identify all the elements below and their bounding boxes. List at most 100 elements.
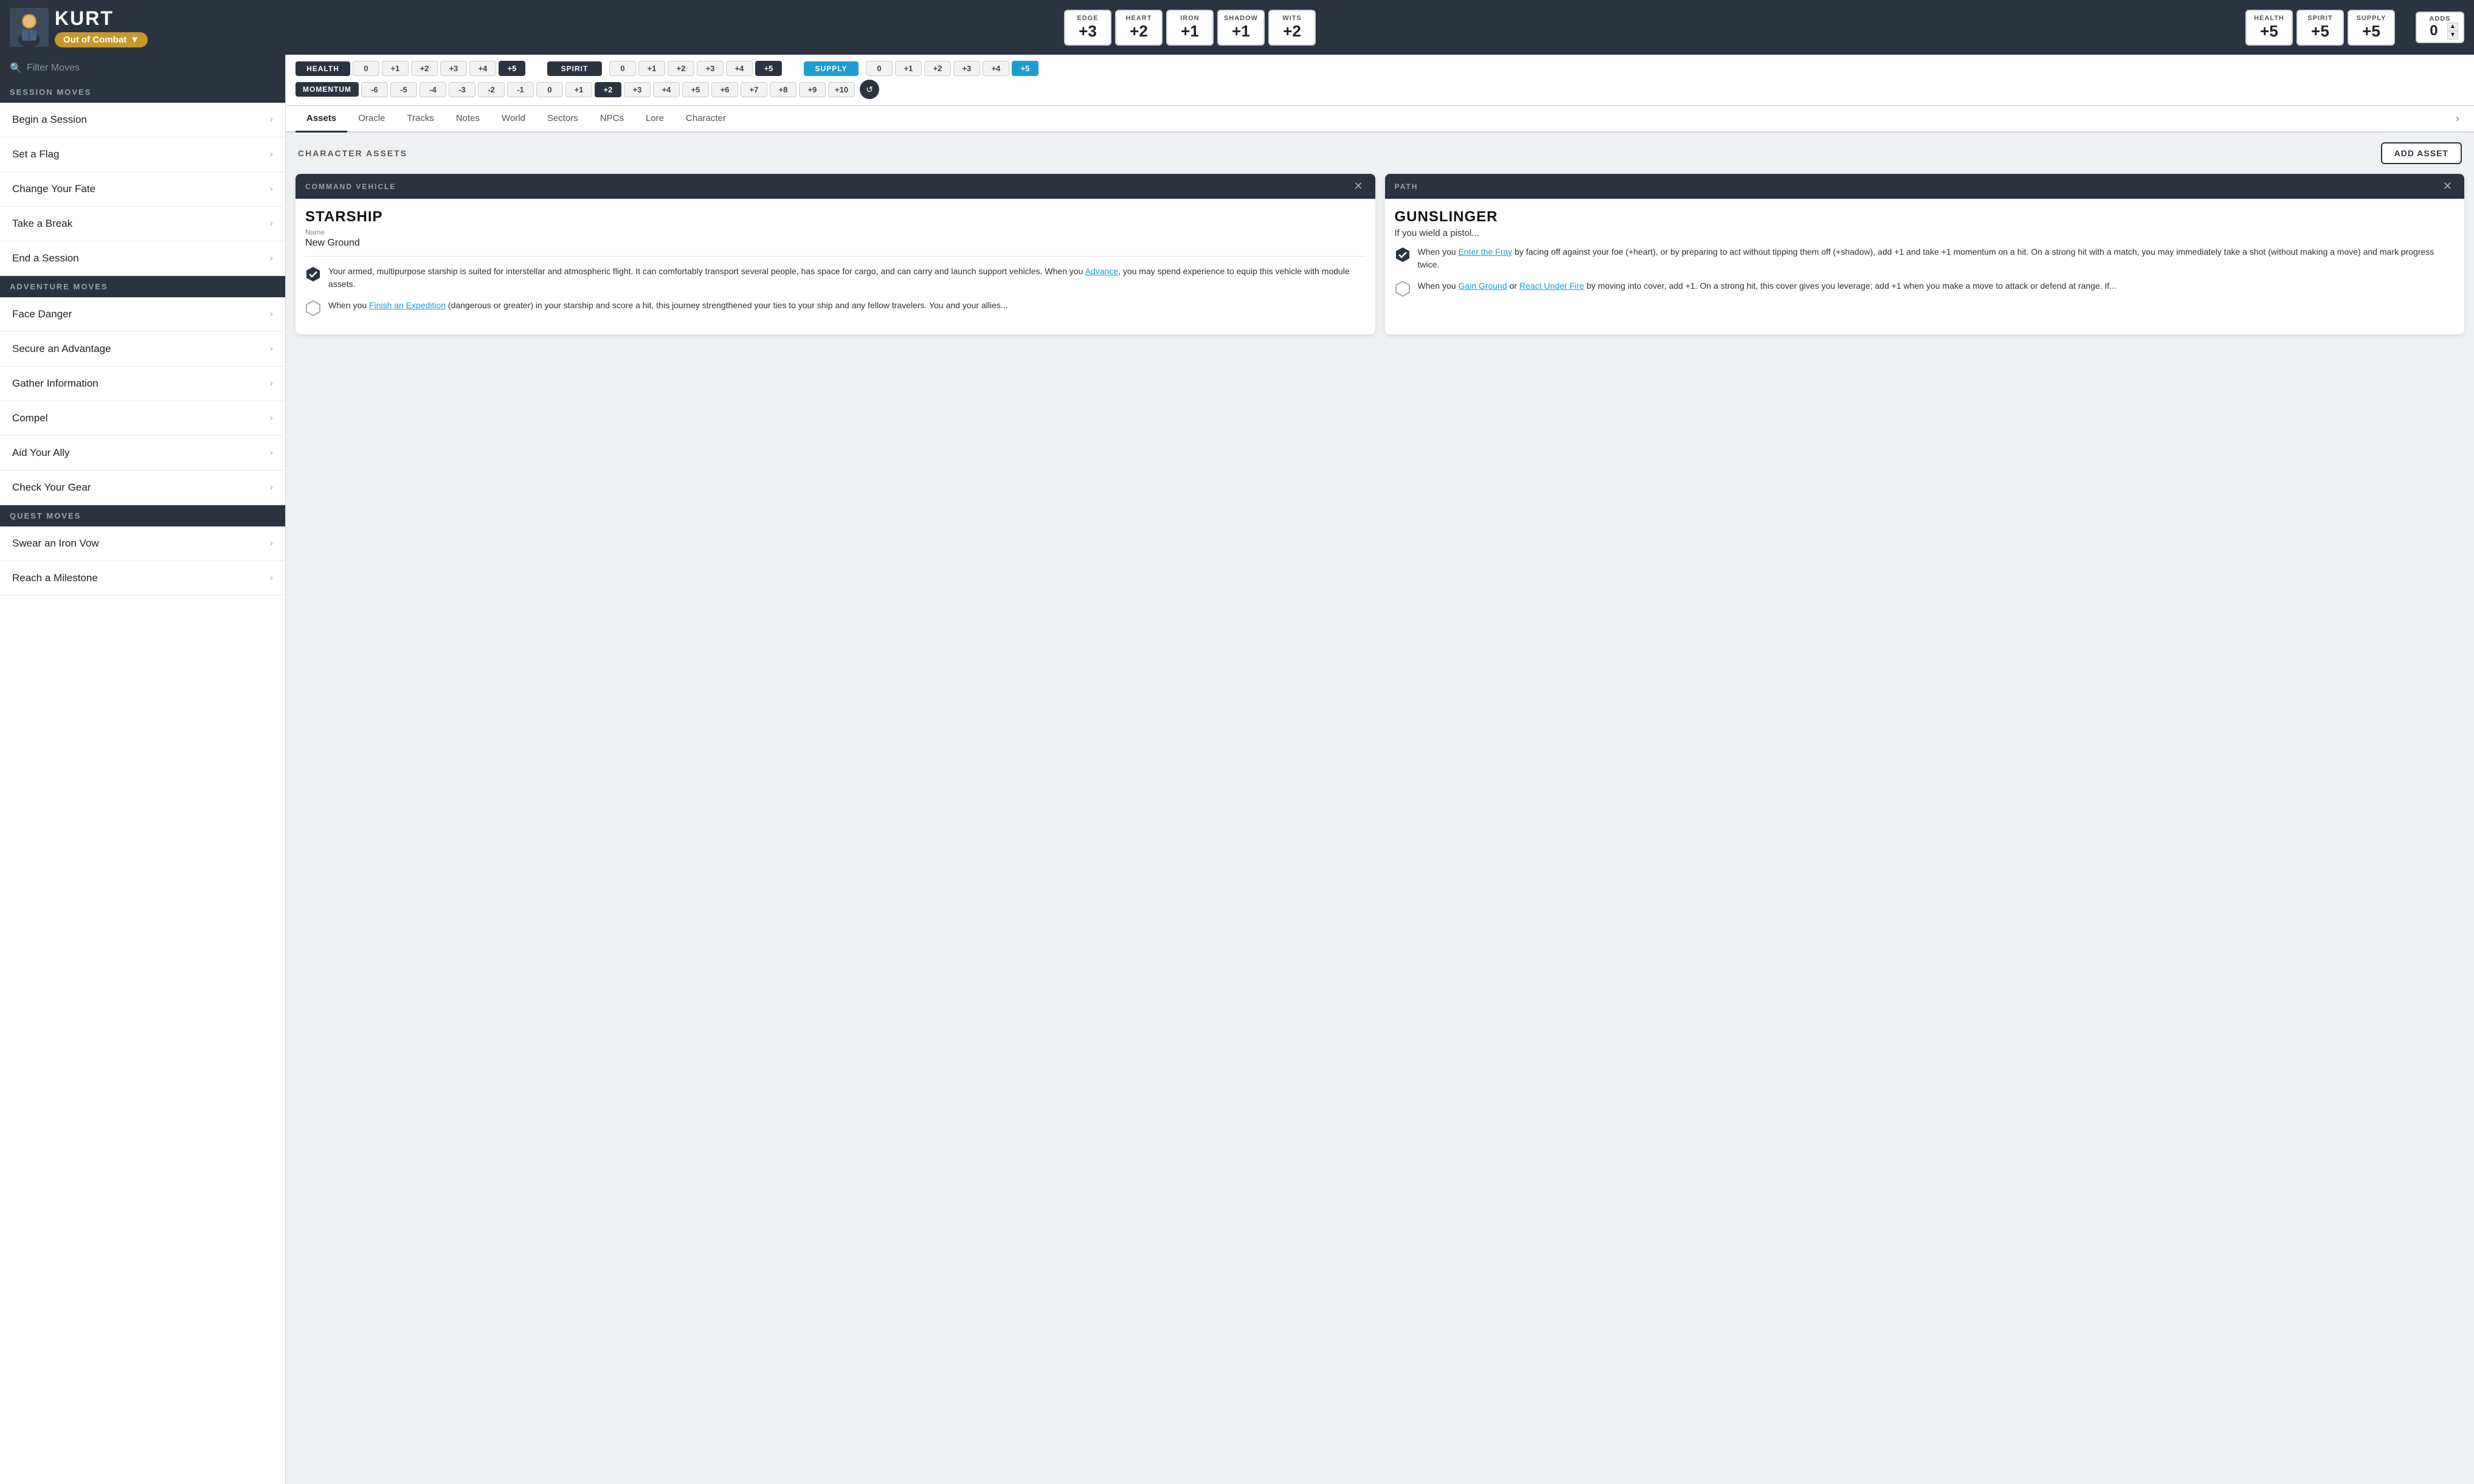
adds-up-button[interactable]: ▲ [2447, 22, 2458, 31]
stat-label: EDGE [1070, 15, 1105, 22]
momentum-label: MOMENTUM [295, 82, 359, 97]
momentum-btn-m5[interactable]: -5 [390, 82, 417, 97]
move-arrow-icon: › [270, 218, 273, 229]
tab-world[interactable]: World [491, 106, 536, 133]
move-item[interactable]: Swear an Iron Vow› [0, 526, 285, 561]
momentum-btn-p10[interactable]: +10 [828, 82, 855, 97]
supply-btn-p4[interactable]: +4 [983, 61, 1009, 76]
momentum-btn-p2[interactable]: +2 [595, 82, 621, 97]
move-name: Take a Break [12, 218, 72, 230]
asset-close-button[interactable]: ✕ [1351, 180, 1365, 193]
tab-assets[interactable]: Assets [295, 106, 347, 133]
assets-header: CHARACTER ASSETS ADD ASSET [295, 142, 2464, 164]
momentum-btn-p6[interactable]: +6 [711, 82, 738, 97]
momentum-btn-m3[interactable]: -3 [449, 82, 475, 97]
move-item[interactable]: Change Your Fate› [0, 172, 285, 207]
search-input[interactable] [27, 63, 275, 74]
health-btn-p4[interactable]: +4 [469, 61, 496, 76]
supply-btn-p1[interactable]: +1 [895, 61, 922, 76]
move-item[interactable]: End a Session› [0, 241, 285, 276]
tabs-scroll-right-button[interactable]: › [2451, 108, 2464, 130]
adds-value: 0 [2422, 22, 2446, 40]
condition-label: SPIRIT [2303, 15, 2338, 22]
momentum-btn-p4[interactable]: +4 [653, 82, 680, 97]
spirit-btn-0[interactable]: 0 [609, 61, 636, 76]
momentum-btn-m2[interactable]: -2 [478, 82, 505, 97]
momentum-btn-p7[interactable]: +7 [741, 82, 767, 97]
move-item[interactable]: Secure an Advantage› [0, 332, 285, 367]
condition-box-spirit: SPIRIT+5 [2296, 10, 2344, 46]
stat-box-wits: WITS+2 [1268, 10, 1316, 46]
momentum-btn-p8[interactable]: +8 [770, 82, 796, 97]
momentum-btn-0[interactable]: 0 [536, 82, 563, 97]
stat-value: +2 [1121, 22, 1156, 41]
momentum-btn-p1[interactable]: +1 [565, 82, 592, 97]
stat-label: HEART [1121, 15, 1156, 22]
tab-sectors[interactable]: Sectors [536, 106, 589, 133]
move-name: Aid Your Ally [12, 447, 70, 459]
momentum-btn-m6[interactable]: -6 [361, 82, 388, 97]
ability-icon [1395, 281, 1411, 297]
stat-label: WITS [1274, 15, 1310, 22]
add-asset-button[interactable]: ADD ASSET [2381, 142, 2462, 164]
character-info: KURT Out of Combat ▼ [55, 7, 148, 47]
supply-btn-p2[interactable]: +2 [924, 61, 951, 76]
stat-value: +1 [1172, 22, 1208, 41]
asset-ability: Your armed, multipurpose starship is sui… [305, 265, 1366, 291]
move-item[interactable]: Begin a Session› [0, 103, 285, 137]
tab-tracks[interactable]: Tracks [396, 106, 444, 133]
supply-btn-0[interactable]: 0 [866, 61, 893, 76]
section-header: ADVENTURE MOVES [0, 276, 285, 297]
ability-link[interactable]: React Under Fire [1519, 281, 1584, 291]
status-badge[interactable]: Out of Combat ▼ [55, 32, 148, 47]
asset-ability: When you Enter the Fray by facing off ag… [1395, 246, 2455, 271]
health-btn-p2[interactable]: +2 [411, 61, 438, 76]
tab-lore[interactable]: Lore [635, 106, 675, 133]
spirit-btn-p1[interactable]: +1 [638, 61, 665, 76]
adds-box: ADDS 0 ▲ ▼ [2416, 12, 2464, 43]
move-item[interactable]: Gather Information› [0, 367, 285, 401]
move-item[interactable]: Take a Break › [0, 207, 285, 241]
move-item[interactable]: Reach a Milestone› [0, 561, 285, 596]
spirit-btn-p4[interactable]: +4 [726, 61, 753, 76]
stat-box-heart: HEART+2 [1115, 10, 1163, 46]
move-arrow-icon: › [270, 343, 273, 354]
asset-close-button[interactable]: ✕ [2441, 180, 2455, 193]
health-tracker-row: HEALTH 0 +1 +2 +3 +4 +5 SPIRIT 0 +1 +2 +… [295, 61, 2464, 76]
move-arrow-icon: › [270, 482, 273, 493]
health-btn-p5[interactable]: +5 [499, 61, 525, 76]
tab-npcs[interactable]: NPCs [589, 106, 635, 133]
momentum-btn-p5[interactable]: +5 [682, 82, 709, 97]
tab-notes[interactable]: Notes [445, 106, 491, 133]
section-header: SESSION MOVES [0, 81, 285, 103]
move-item[interactable]: Check Your Gear› [0, 471, 285, 505]
health-btn-p3[interactable]: +3 [440, 61, 467, 76]
spirit-btn-p5[interactable]: +5 [755, 61, 782, 76]
momentum-btn-m1[interactable]: -1 [507, 82, 534, 97]
tab-character[interactable]: Character [675, 106, 737, 133]
ability-link[interactable]: Finish an Expedition [369, 300, 446, 310]
momentum-reset-button[interactable]: ↺ [860, 80, 879, 99]
ability-link[interactable]: Enter the Fray [1458, 247, 1512, 257]
top-bar: KURT Out of Combat ▼ EDGE+3HEART+2IRON+1… [0, 0, 2474, 55]
health-btn-0[interactable]: 0 [353, 61, 379, 76]
health-btn-p1[interactable]: +1 [382, 61, 409, 76]
move-item[interactable]: Face Danger› [0, 297, 285, 332]
stat-label: IRON [1172, 15, 1208, 22]
momentum-btn-p3[interactable]: +3 [624, 82, 651, 97]
supply-btn-p3[interactable]: +3 [953, 61, 980, 76]
condition-box-supply: SUPPLY+5 [2348, 10, 2395, 46]
move-name: Change Your Fate [12, 183, 95, 195]
move-item[interactable]: Compel› [0, 401, 285, 436]
ability-link[interactable]: Advance [1085, 266, 1118, 276]
spirit-btn-p3[interactable]: +3 [697, 61, 724, 76]
move-item[interactable]: Aid Your Ally› [0, 436, 285, 471]
adds-down-button[interactable]: ▼ [2447, 31, 2458, 40]
ability-link[interactable]: Gain Ground [1458, 281, 1507, 291]
spirit-btn-p2[interactable]: +2 [668, 61, 694, 76]
momentum-btn-m4[interactable]: -4 [420, 82, 446, 97]
move-item[interactable]: Set a Flag› [0, 137, 285, 172]
supply-btn-p5[interactable]: +5 [1012, 61, 1038, 76]
tab-oracle[interactable]: Oracle [347, 106, 396, 133]
momentum-btn-p9[interactable]: +9 [799, 82, 826, 97]
